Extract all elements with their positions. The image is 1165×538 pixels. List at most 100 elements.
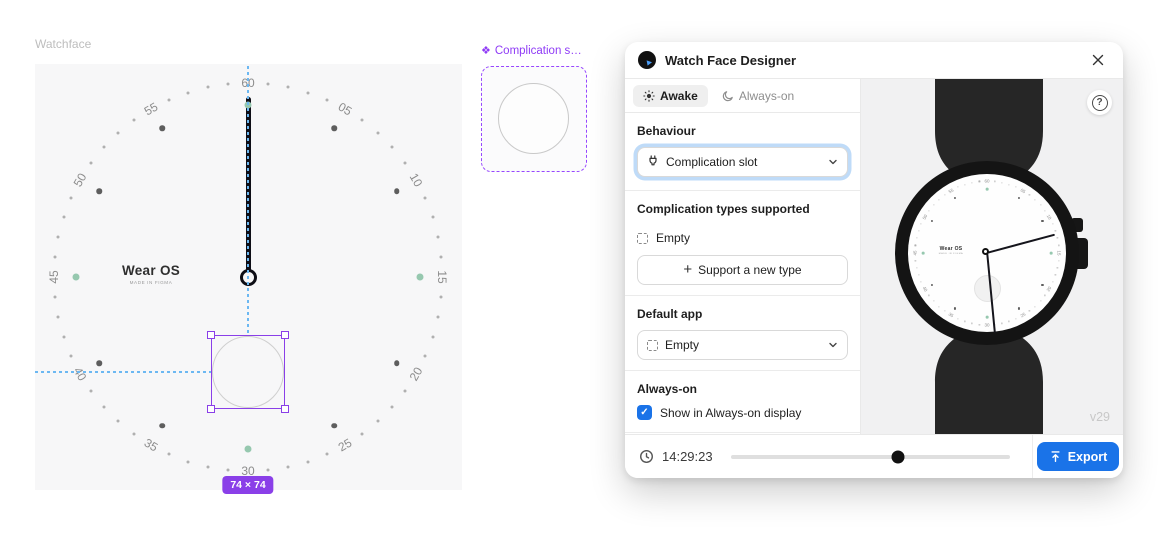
time-label: 14:29:23 [662, 449, 713, 464]
minute-dot [431, 216, 434, 219]
time-slider[interactable] [731, 455, 1010, 459]
always-on-checkbox[interactable]: ✓ [637, 405, 652, 420]
minute-dot [361, 432, 364, 435]
minute-dot [57, 235, 60, 238]
minute-label: 55 [142, 100, 161, 119]
minute-dot [69, 354, 72, 357]
complication-type-item[interactable]: Empty [637, 225, 848, 251]
complication-slot-icon [647, 155, 659, 169]
complication-types-label: Complication types supported [637, 202, 848, 216]
brand-subtext: MADE IN FIGMA [111, 280, 191, 285]
add-type-button[interactable]: + Support a new type [637, 255, 848, 285]
minute-dot [90, 161, 93, 164]
minute-dot [206, 86, 209, 89]
five-minute-dot [159, 423, 165, 429]
chevron-down-icon [828, 340, 838, 350]
frame-label[interactable]: Watchface [35, 37, 91, 51]
chevron-down-icon [828, 157, 838, 167]
minute-dot [306, 460, 309, 463]
five-minute-dot [96, 188, 102, 194]
sun-icon [643, 90, 655, 102]
brand-block: Wear OS MADE IN FIGMA [111, 263, 191, 285]
behaviour-value: Complication slot [666, 155, 821, 169]
five-minute-dot [331, 125, 337, 131]
minute-dot [62, 216, 65, 219]
minute-label: 35 [142, 436, 161, 455]
five-minute-dot [394, 188, 400, 194]
minute-dot [69, 197, 72, 200]
component-diamond-icon: ❖ [481, 45, 491, 57]
minute-dot [267, 83, 270, 86]
minute-dot [267, 468, 270, 471]
minute-dot [90, 390, 93, 393]
dialog-title: Watch Face Designer [665, 53, 1086, 68]
minute-dot [168, 98, 171, 101]
preview-brand-block: Wear OS MADE IN FIGMA [936, 247, 966, 255]
empty-type-icon [637, 233, 648, 244]
five-minute-dot [331, 423, 337, 429]
preview-hand-pivot [982, 248, 989, 255]
empty-app-icon [647, 340, 658, 351]
brand-text: Wear OS [111, 263, 191, 279]
five-minute-dot [96, 360, 102, 366]
minute-dot [325, 98, 328, 101]
minute-dot [132, 119, 135, 122]
tab-always-on[interactable]: Always-on [712, 85, 804, 107]
quarter-dot [922, 252, 925, 255]
export-button[interactable]: Export [1037, 442, 1120, 471]
quarter-dot [73, 274, 80, 281]
selection-size-badge: 74 × 74 [222, 476, 273, 494]
minute-dot [431, 335, 434, 338]
close-icon[interactable] [1086, 48, 1110, 72]
component-thumbnail[interactable] [481, 66, 587, 172]
minute-label: 30 [984, 323, 989, 328]
five-minute-dot [159, 125, 165, 131]
minute-dot [132, 432, 135, 435]
minute-label: 45 [913, 250, 918, 255]
watch-preview-pane: 600510152025303540455055 Wear OS MADE IN… [861, 79, 1123, 434]
minute-dot [206, 465, 209, 468]
selection-handle-nw[interactable] [207, 331, 215, 339]
plus-icon: + [683, 262, 692, 277]
plugin-logo-icon [638, 51, 656, 69]
default-app-select[interactable]: Empty [637, 330, 848, 360]
minute-label: 45 [47, 270, 61, 283]
dialog-header: Watch Face Designer [625, 42, 1123, 79]
selection-handle-se[interactable] [281, 405, 289, 413]
settings-form: Awake Always-on Behaviour [625, 79, 861, 434]
quarter-dot [245, 446, 252, 453]
five-minute-dot [394, 360, 400, 366]
minute-dot [287, 86, 290, 89]
component-name[interactable]: ❖ Complication s… [481, 44, 582, 57]
minute-dot [187, 91, 190, 94]
minute-label: 60 [984, 179, 989, 184]
behaviour-select[interactable]: Complication slot [637, 147, 848, 177]
minute-label: 10 [407, 171, 426, 190]
minute-dot [361, 119, 364, 122]
help-button[interactable]: ? [1087, 90, 1112, 115]
always-on-label: Always-on [637, 382, 848, 396]
clock-icon [639, 449, 654, 464]
minute-label: 05 [336, 100, 355, 119]
component-name-text: Complication s… [495, 45, 582, 57]
smart-guide-horizontal [35, 371, 211, 373]
preview-complication [974, 275, 1001, 302]
time-slider-thumb[interactable] [892, 450, 905, 463]
minute-dot [436, 235, 439, 238]
watchface-frame[interactable]: 600510152025303540455055 Wear OS MADE IN… [35, 64, 462, 490]
default-app-value: Empty [665, 338, 821, 352]
minute-label: 50 [71, 171, 90, 190]
selection-outline [211, 335, 285, 409]
quarter-dot [417, 274, 424, 281]
minute-dot [306, 91, 309, 94]
minute-label: 40 [71, 365, 90, 384]
tab-awake-label: Awake [660, 89, 698, 103]
selection-handle-sw[interactable] [207, 405, 215, 413]
tab-awake[interactable]: Awake [633, 85, 708, 107]
minute-dot [391, 405, 394, 408]
minute-label: 25 [336, 436, 355, 455]
selection-handle-ne[interactable] [281, 331, 289, 339]
minute-dot [424, 197, 427, 200]
divider [625, 432, 860, 433]
tab-always-on-label: Always-on [739, 89, 794, 103]
